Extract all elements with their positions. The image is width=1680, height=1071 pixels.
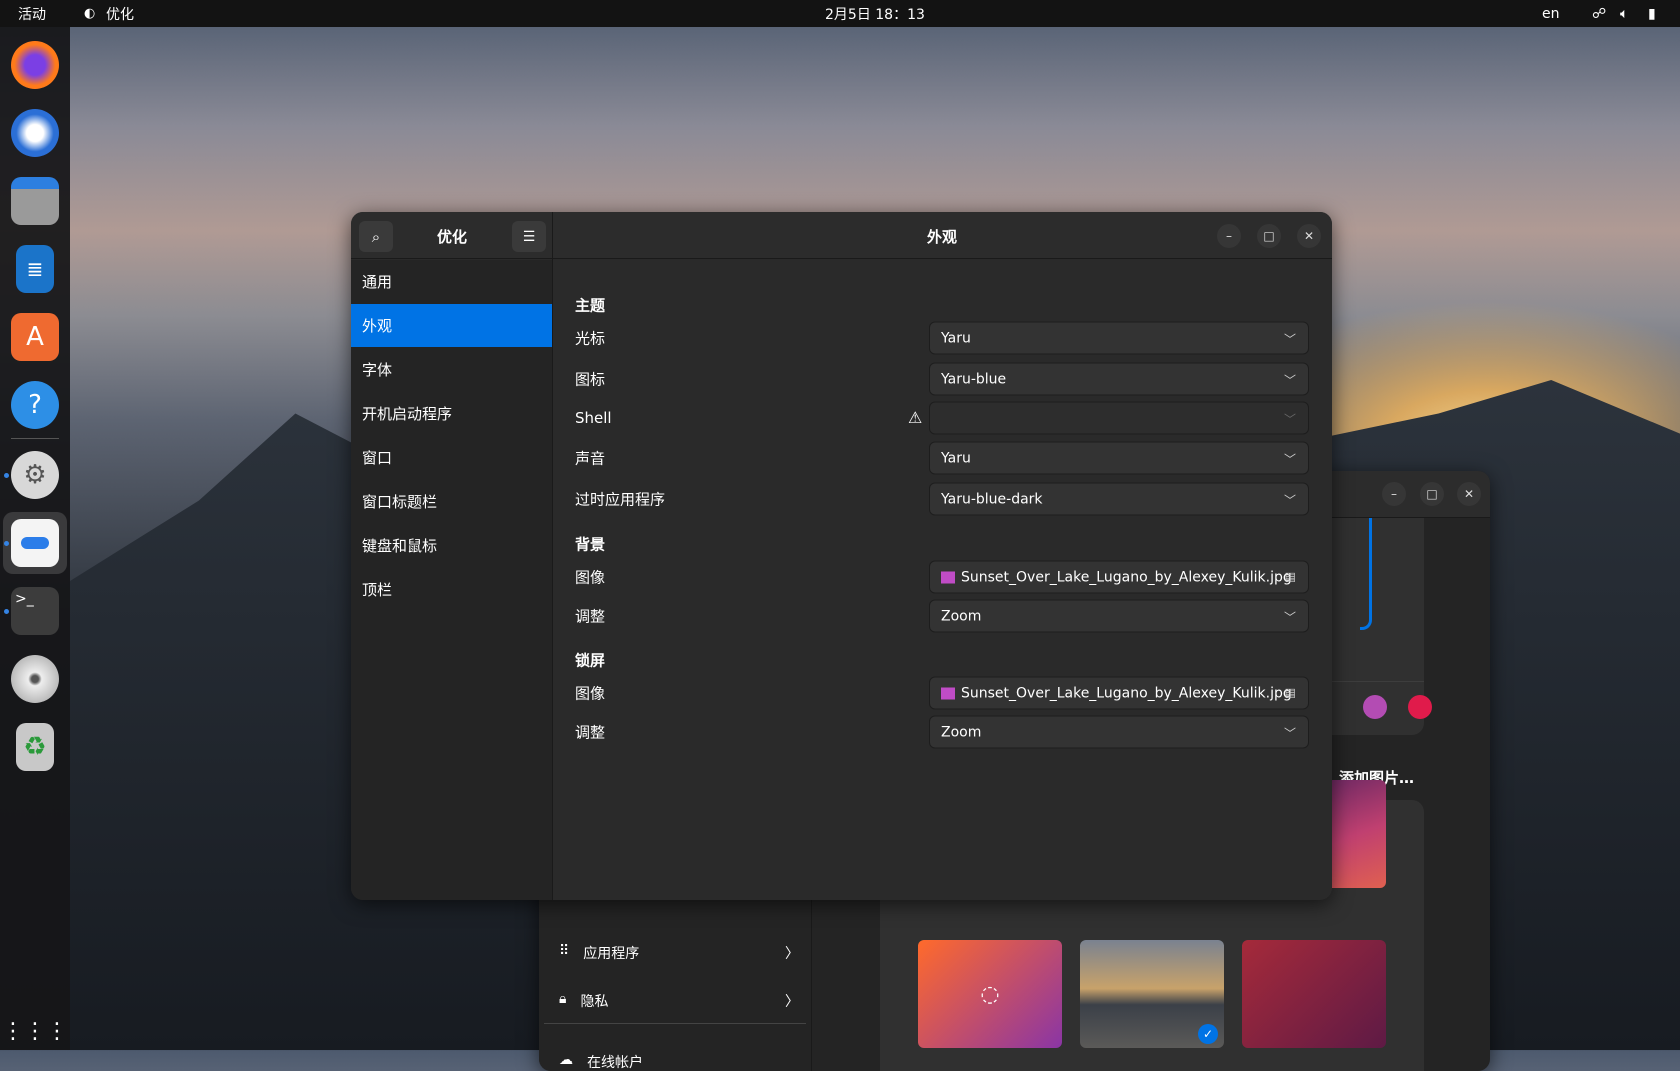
dock-separator bbox=[11, 438, 59, 439]
accent-red[interactable] bbox=[1408, 695, 1432, 719]
apps-grid-icon: ⠿ bbox=[559, 943, 570, 959]
sound-label: 声音 bbox=[575, 449, 606, 468]
shell-label: Shell bbox=[575, 409, 612, 427]
menu-button[interactable]: ☰ bbox=[512, 221, 546, 252]
page-title: 外观 bbox=[927, 228, 958, 246]
terminal-icon[interactable]: >_ bbox=[11, 587, 59, 635]
dock: ≣ A ? ⚙ >_ ♻ ⋮⋮⋮ bbox=[0, 27, 70, 1050]
cloud-icon: ☁ bbox=[559, 1052, 573, 1068]
sidebar-item-apps[interactable]: ⠿ 应用程序〉 bbox=[559, 943, 799, 963]
battery-icon[interactable]: ▮ bbox=[1648, 6, 1656, 22]
network-icon[interactable]: ☍ bbox=[1592, 6, 1606, 22]
section-theme: 主题 bbox=[575, 296, 606, 315]
chevron-down-icon: ﹀ bbox=[1283, 412, 1296, 427]
sidebar-item-titlebars[interactable]: 窗口标题栏 bbox=[351, 480, 552, 523]
accent-purple[interactable] bbox=[1363, 695, 1387, 719]
sidebar-item-online-accounts[interactable]: ☁ 在线帐户 bbox=[559, 1052, 643, 1071]
settings-minimize-button[interactable]: – bbox=[1382, 482, 1406, 506]
ls-image-label: 图像 bbox=[575, 684, 606, 703]
chevron-down-icon: ﹀ bbox=[1283, 610, 1296, 625]
wallpaper-thumb[interactable] bbox=[1242, 940, 1386, 1048]
settings-close-button[interactable]: ✕ bbox=[1457, 482, 1481, 506]
chevron-right-icon: 〉 bbox=[785, 994, 799, 1010]
ls-adjust-label: 调整 bbox=[575, 723, 606, 742]
sidebar-item-startup[interactable]: 开机启动程序 bbox=[351, 392, 552, 435]
app-title: 优化 bbox=[437, 228, 468, 246]
legacy-apps-dropdown[interactable]: Yaru-blue-dark ﹀ bbox=[929, 482, 1309, 516]
minimize-button[interactable]: – bbox=[1217, 224, 1241, 248]
writer-icon[interactable]: ≣ bbox=[16, 245, 54, 293]
settings-icon[interactable]: ⚙ bbox=[11, 451, 59, 499]
sidebar-item-fonts[interactable]: 字体 bbox=[351, 348, 552, 391]
sound-dropdown[interactable]: Yaru ﹀ bbox=[929, 441, 1309, 475]
app-center-icon[interactable]: A bbox=[11, 313, 59, 361]
shell-dropdown[interactable]: ﹀ bbox=[929, 401, 1309, 435]
sidebar-item-privacy[interactable]: 🔒︎ 隐私〉 bbox=[559, 991, 799, 1011]
chevron-right-icon: 〉 bbox=[785, 946, 799, 962]
file-chooser-icon: ▤ bbox=[1284, 685, 1296, 700]
wallpaper-thumb-selected[interactable]: ✓ bbox=[1080, 940, 1224, 1048]
chevron-down-icon: ﹀ bbox=[1283, 493, 1296, 508]
image-file-icon bbox=[941, 571, 955, 583]
icons-label: 图标 bbox=[575, 370, 606, 389]
icons-dropdown[interactable]: Yaru-blue ﹀ bbox=[929, 362, 1309, 396]
chevron-down-icon: ﹀ bbox=[1283, 373, 1296, 388]
selected-style-outline bbox=[1360, 518, 1372, 630]
hamburger-icon: ☰ bbox=[522, 228, 536, 245]
close-button[interactable]: ✕ bbox=[1297, 224, 1321, 248]
file-chooser-icon: ▤ bbox=[1284, 569, 1296, 584]
top-bar: 活动 ◐ 优化 2月5日 18：13 en ☍ 🔈︎ ▮ bbox=[0, 0, 1680, 27]
sidebar: 通用 外观 字体 开机启动程序 窗口 窗口标题栏 键盘和鼠标 顶栏 bbox=[351, 260, 552, 900]
search-icon: ⌕ bbox=[371, 227, 381, 246]
activities-button[interactable]: 活动 bbox=[18, 4, 46, 24]
lock-icon: 🔒︎ bbox=[559, 991, 567, 1007]
cursor-label: 光标 bbox=[575, 329, 606, 348]
header-bar bbox=[351, 212, 1332, 259]
chevron-down-icon: ﹀ bbox=[1283, 332, 1296, 347]
sidebar-item-topbar[interactable]: 顶栏 bbox=[351, 568, 552, 611]
settings-maximize-button[interactable]: □ bbox=[1420, 482, 1444, 506]
thunderbird-icon[interactable] bbox=[11, 109, 59, 157]
sidebar-item-keyboard-mouse[interactable]: 键盘和鼠标 bbox=[351, 524, 552, 567]
section-background: 背景 bbox=[575, 535, 606, 554]
search-button[interactable]: ⌕ bbox=[359, 221, 393, 252]
clock[interactable]: 2月5日 18：13 bbox=[825, 4, 925, 24]
tweaks-icon[interactable] bbox=[11, 519, 59, 567]
wallpaper-thumb-ubuntu[interactable]: ◌ bbox=[918, 940, 1062, 1048]
bg-adjust-label: 调整 bbox=[575, 607, 606, 626]
sidebar-item-general[interactable]: 通用 bbox=[351, 260, 552, 303]
tweaks-window: ⌕ 优化 ☰ 外观 – □ ✕ 通用 外观 字体 开机启动程序 窗口 窗口标题栏… bbox=[351, 212, 1332, 900]
help-icon[interactable]: ? bbox=[11, 381, 59, 429]
bg-image-chooser[interactable]: Sunset_Over_Lake_Lugano_by_Alexey_Kulik.… bbox=[929, 560, 1309, 594]
section-lockscreen: 锁屏 bbox=[575, 651, 606, 670]
chevron-down-icon: ﹀ bbox=[1283, 452, 1296, 467]
input-language[interactable]: en bbox=[1542, 6, 1560, 22]
sidebar-item-windows[interactable]: 窗口 bbox=[351, 436, 552, 479]
cursor-dropdown[interactable]: Yaru ﹀ bbox=[929, 321, 1309, 355]
legacy-apps-label: 过时应用程序 bbox=[575, 490, 666, 509]
bg-image-label: 图像 bbox=[575, 568, 606, 587]
disc-icon[interactable] bbox=[11, 655, 59, 703]
trash-icon[interactable]: ♻ bbox=[16, 723, 54, 771]
firefox-icon[interactable] bbox=[11, 41, 59, 89]
app-menu[interactable]: 优化 bbox=[106, 4, 134, 24]
warning-icon: ⚠ bbox=[908, 408, 923, 427]
ls-adjust-dropdown[interactable]: Zoom ﹀ bbox=[929, 715, 1309, 749]
image-file-icon bbox=[941, 687, 955, 699]
files-icon[interactable] bbox=[11, 177, 59, 225]
show-apps-icon[interactable]: ⋮⋮⋮ bbox=[2, 1007, 68, 1055]
tweaks-app-icon: ◐ bbox=[84, 6, 96, 21]
sidebar-item-appearance[interactable]: 外观 bbox=[351, 304, 552, 347]
checkmark-icon: ✓ bbox=[1198, 1024, 1218, 1044]
sidebar-divider bbox=[544, 1023, 806, 1024]
chevron-down-icon: ﹀ bbox=[1283, 726, 1296, 741]
bg-adjust-dropdown[interactable]: Zoom ﹀ bbox=[929, 599, 1309, 633]
ls-image-chooser[interactable]: Sunset_Over_Lake_Lugano_by_Alexey_Kulik.… bbox=[929, 676, 1309, 710]
maximize-button[interactable]: □ bbox=[1257, 224, 1281, 248]
volume-icon[interactable]: 🔈︎ bbox=[1620, 6, 1628, 22]
